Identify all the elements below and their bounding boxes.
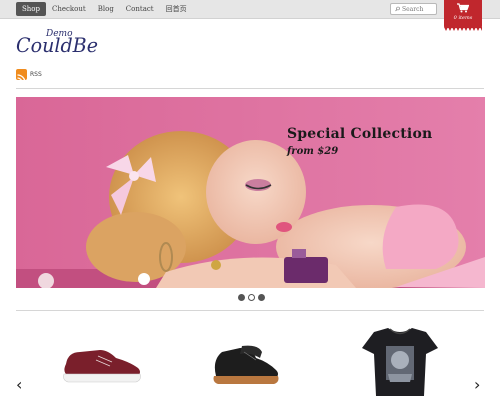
nav-item-home[interactable]: 回首页 [160,2,193,16]
product-graphic-tshirt[interactable] [360,326,440,396]
rss-icon [16,69,27,80]
main-nav: Shop Checkout Blog Contact 回首页 [16,2,193,16]
slider-dot-2[interactable] [248,294,255,301]
cart-tab[interactable]: 0 items [444,0,482,31]
product-burgundy-sneaker[interactable] [60,340,144,384]
nav-item-checkout[interactable]: Checkout [46,2,92,16]
hero-banner[interactable]: Special Collection from $29 [16,97,485,288]
logo-main-text: CouldBe [16,33,98,56]
hero-title: Special Collection [287,126,433,142]
search-input[interactable] [402,5,436,13]
chevron-left-icon[interactable]: ‹ [16,377,22,393]
cart-zigzag-edge [444,27,482,31]
search-icon[interactable] [395,5,400,13]
top-navigation-bar: Shop Checkout Blog Contact 回首页 [0,0,500,19]
nav-item-shop[interactable]: Shop [16,2,46,16]
site-logo[interactable]: Demo CouldBe [16,24,106,56]
cart-icon[interactable] [457,3,469,13]
chevron-right-icon[interactable]: › [474,377,480,393]
rss-label: RSS [30,71,42,78]
product-black-chukka-boot[interactable] [206,340,282,386]
slider-dot-3[interactable] [258,294,265,301]
hero-subtitle: from $29 [287,146,339,157]
slider-dots [238,294,265,301]
cart-count: 0 items [453,15,473,21]
slider-dot-1[interactable] [238,294,245,301]
nav-item-contact[interactable]: Contact [120,2,160,16]
rss-link[interactable]: RSS [16,69,42,80]
hero-divider [16,310,484,311]
nav-item-blog[interactable]: Blog [92,2,120,16]
header-divider [16,88,484,89]
search-box[interactable] [390,3,437,15]
